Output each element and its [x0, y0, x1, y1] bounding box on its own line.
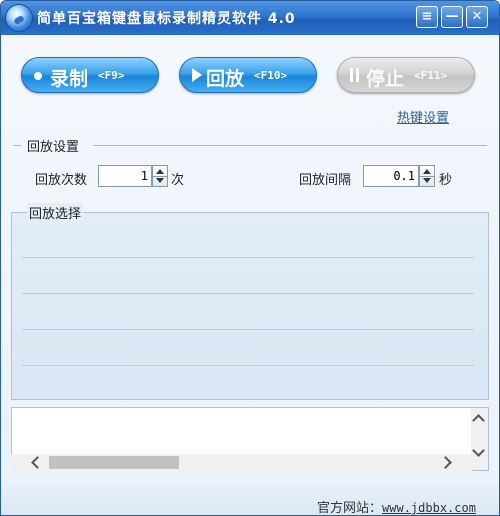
minimize-button[interactable]: — [441, 6, 463, 28]
scroll-left-icon[interactable] [31, 456, 44, 469]
stop-label: 停止 [366, 68, 405, 90]
interval-unit: 秒 [439, 173, 453, 188]
spin-down-icon[interactable] [156, 178, 164, 183]
playback-select-list[interactable] [11, 212, 489, 400]
official-site: 官方网站：www.jdbbx.com [317, 497, 476, 516]
official-site-link[interactable]: www.jdbbx.com [382, 501, 476, 515]
horizontal-scrollbar[interactable] [11, 454, 472, 471]
list-row-line [22, 329, 474, 330]
spin-divider [153, 176, 167, 177]
interval-input[interactable]: 0.1 [363, 165, 419, 187]
official-site-label: 官方网站： [317, 501, 383, 516]
scroll-thumb[interactable] [49, 456, 179, 469]
menu-button[interactable]: ≡ [416, 6, 438, 28]
record-button[interactable]: 录制 <F9> [21, 57, 159, 93]
count-unit: 次 [171, 173, 185, 188]
count-spinner[interactable] [152, 165, 168, 187]
spin-up-icon[interactable] [156, 169, 164, 174]
record-label: 录制 [50, 68, 89, 90]
count-label: 回放次数 [35, 173, 88, 188]
list-row-line [22, 293, 474, 294]
scroll-down-icon[interactable] [472, 444, 485, 457]
interval-spinner[interactable] [419, 165, 435, 187]
list-row-line [22, 365, 474, 366]
spin-up-icon[interactable] [423, 169, 431, 174]
settings-group-title: 回放设置 [27, 140, 80, 155]
title-bar[interactable]: 简单百宝箱键盘鼠标录制精灵软件 4.0 ≡ — ✕ [1, 1, 499, 35]
play-button[interactable]: 回放 <F10> [179, 57, 317, 93]
hotkey-settings-link[interactable]: 热键设置 [397, 107, 449, 126]
status-bar: 官方网站：www.jdbbx.com [1, 481, 499, 515]
main-window: 简单百宝箱键盘鼠标录制精灵软件 4.0 ≡ — ✕ 录制 <F9> 回放 <F1… [0, 0, 500, 516]
close-button[interactable]: ✕ [466, 6, 488, 28]
select-group-title: 回放选择 [27, 203, 84, 222]
stop-hotkey: <F11> [414, 69, 448, 82]
list-row-line [22, 257, 474, 258]
settings-group-border-right [93, 145, 487, 146]
play-triangle-icon [192, 68, 202, 82]
scroll-up-icon[interactable] [472, 414, 485, 427]
interval-label: 回放间隔 [299, 173, 352, 188]
spin-divider [420, 176, 434, 177]
count-input[interactable]: 1 [98, 165, 152, 187]
app-logo-icon [6, 5, 32, 31]
spin-down-icon[interactable] [423, 178, 431, 183]
record-dot-icon [34, 72, 42, 80]
client-area: 录制 <F9> 回放 <F10> 停止 <F11> 热键设置 回放设置 回放次数… [1, 35, 499, 515]
vertical-scrollbar[interactable] [471, 408, 488, 470]
pause-icon [350, 68, 360, 82]
window-title: 简单百宝箱键盘鼠标录制精灵软件 4.0 [37, 11, 296, 27]
settings-group-border-left [13, 145, 21, 146]
stop-button[interactable]: 停止 <F11> [337, 57, 475, 93]
play-hotkey: <F10> [254, 69, 288, 82]
play-label: 回放 [206, 68, 245, 90]
record-hotkey: <F9> [98, 69, 125, 82]
scroll-right-icon[interactable] [439, 456, 452, 469]
